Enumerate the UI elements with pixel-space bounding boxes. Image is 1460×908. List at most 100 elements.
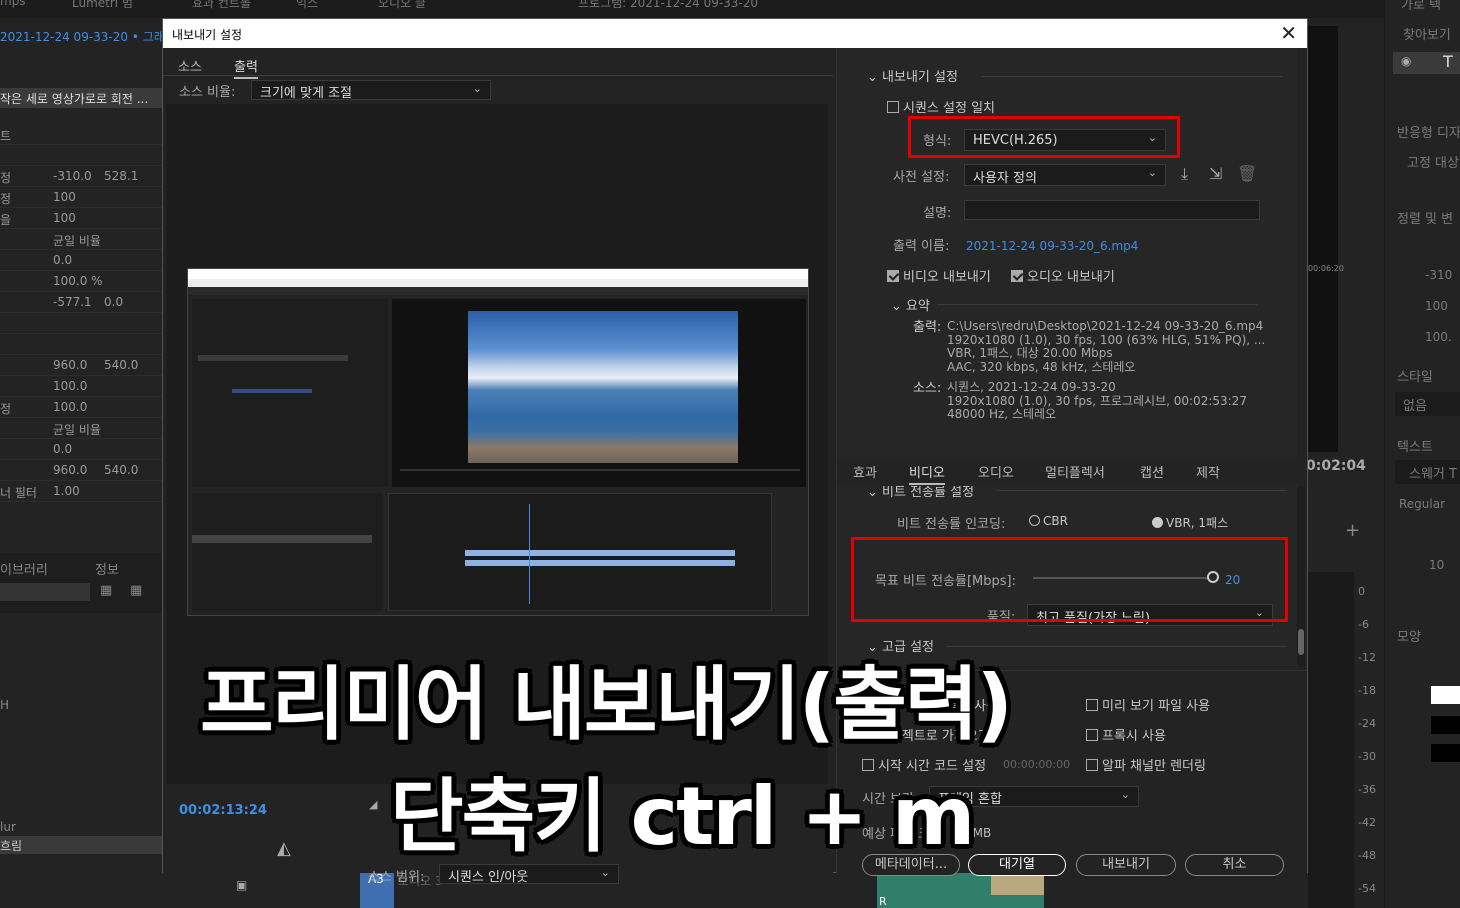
export-audio-checkbox[interactable]: 오디오 내보내기 [1011,266,1115,285]
rotate-clip-label[interactable]: 작은 세로 영상가로로 회전 ... [0,88,162,108]
cbr-radio[interactable]: CBR [1029,514,1068,528]
property-value[interactable]: 균일 비율 [53,421,101,438]
vbr-radio[interactable]: VBR, 1패스 [1152,514,1228,531]
property-value[interactable]: 100.0 [53,400,87,414]
list-item-selected[interactable]: 흐림 [0,836,162,854]
left-top-tab[interactable]: 효과 컨트롤 [192,0,251,11]
library-tab[interactable]: 이브러리 [0,559,48,578]
style-label: 스타일 [1397,370,1433,385]
chevron-down-icon: ⌄ [891,299,902,314]
overlay-shortcut: 단축키 ctrl + m [390,770,975,863]
library-icon[interactable]: ▦ [130,583,142,598]
library-icon[interactable]: ▦ [100,583,112,598]
left-top-tab[interactable]: 오디오 클 [378,0,426,11]
add-icon[interactable]: + [1345,520,1360,541]
checkbox-box [1086,699,1098,711]
scrollbar[interactable] [1297,486,1305,666]
match-sequence-checkbox[interactable]: 시퀀스 설정 일치 [887,97,995,116]
export-settings-header[interactable]: ⌄ 내보내기 설정 [867,66,958,85]
tab-publish[interactable]: 제작 [1196,462,1220,481]
summary-header[interactable]: ⌄ 요약 [891,295,930,314]
import-preset-icon[interactable]: ⇲ [1209,164,1222,183]
info-tab[interactable]: 정보 [95,559,119,578]
render-alpha-only-checkbox[interactable]: 알파 채널만 렌더링 [1086,755,1206,774]
preview-scrubber [400,469,800,471]
effect-property-row: 정 100.0 [0,397,162,418]
shadow-swatch[interactable] [1431,744,1460,762]
tracking-value[interactable]: 10 [1429,558,1444,572]
use-proxies-checkbox[interactable]: 프록시 사용 [1086,725,1166,744]
property-value[interactable]: -310.0 [53,169,92,183]
library-search[interactable] [0,583,90,601]
scale-value[interactable]: 100 [1425,299,1448,313]
property-value[interactable]: 0.0 [53,442,72,456]
use-previews-checkbox[interactable]: 미리 보기 파일 사용 [1086,695,1210,714]
property-value[interactable]: 540.0 [104,358,138,372]
tab-captions[interactable]: 캡션 [1140,462,1164,481]
playhead-marker-icon[interactable]: ◭ [277,838,291,859]
property-value[interactable]: 0.0 [53,253,72,267]
position-value[interactable]: -310 [1425,268,1452,282]
delete-preset-icon[interactable]: 🗑 [1237,164,1257,183]
start-timecode-value[interactable]: 00:00:00:00 [1003,758,1070,771]
property-value[interactable]: 1.00 [53,484,80,498]
bitrate-header[interactable]: ⌄ 비트 전송률 설정 [867,486,974,500]
style-select[interactable]: 없음 [1395,392,1460,416]
property-value[interactable]: 100 [53,211,76,225]
tab-multiplexer[interactable]: 멀티플렉서 [1045,462,1105,481]
bitrate-title: 비트 전송률 설정 [882,486,975,500]
summary-title: 요약 [906,299,930,314]
timeline-audio-clip[interactable]: R [877,873,1044,908]
tab-effects[interactable]: 효과 [853,462,877,481]
fill-swatch[interactable] [1431,686,1460,704]
queue-button[interactable]: 대기열 [968,854,1066,876]
checkbox-box [1086,759,1098,771]
meter-tick-label: -6 [1358,618,1369,631]
source-ratio-select[interactable]: 크기에 맞게 조절 ⌄ [251,80,491,101]
preview-row [198,355,348,361]
effect-property-row: 960.0 540.0 [0,355,162,376]
in-point-icon[interactable]: ◢ [369,798,377,811]
property-value[interactable]: 540.0 [104,463,138,477]
cancel-button[interactable]: 취소 [1185,854,1284,876]
tab-video[interactable]: 비디오 [909,462,945,485]
wrench-icon[interactable]: ▣ [236,878,247,892]
property-value[interactable]: 0.0 [104,295,123,309]
export-video-checkbox[interactable]: 비디오 내보내기 [887,266,991,285]
font-style-value[interactable]: Regular [1399,497,1445,511]
sequence-clip-label: 2021-12-24 09-33-20 • 그래픽 [0,30,176,44]
export-button[interactable]: 내보내기 [1076,854,1176,876]
summary-output-text: C:\Users\redru\Desktop\2021-12-24 09-33-… [947,319,1265,374]
preset-select[interactable]: 사용자 정의 ⌄ [964,164,1166,186]
property-value[interactable]: 균일 비율 [53,232,101,249]
effect-property-row: -577.1 0.0 [0,292,162,313]
property-value[interactable]: 528.1 [104,169,138,183]
opacity-value[interactable]: 100. [1425,330,1452,344]
save-preset-icon[interactable]: ⤓ [1181,164,1188,184]
left-top-tab[interactable]: mps [0,0,26,8]
browse-tab[interactable]: 찾아보기 [1403,24,1451,43]
scrollbar-thumb[interactable] [1298,629,1304,655]
eye-icon[interactable]: ◉ [1401,54,1411,68]
property-value[interactable]: 100.0 % [53,274,103,288]
property-value[interactable]: 960.0 [53,463,87,477]
layer-row[interactable]: ◉ T [1393,52,1460,74]
close-icon[interactable]: ✕ [1280,21,1297,45]
output-name-link[interactable]: 2021-12-24 09-33-20_6.mp4 [966,239,1138,253]
tab-source[interactable]: 소스 [178,56,202,75]
preview-timecode[interactable]: 00:02:13:24 [179,803,267,818]
comment-input[interactable] [964,200,1260,220]
property-value[interactable]: -577.1 [53,295,92,309]
meter-tick-label: -36 [1358,783,1376,796]
stroke-swatch[interactable] [1431,716,1460,734]
checkbox-label: 비디오 내보내기 [903,270,991,285]
font-select[interactable]: 스웨거 T [1395,460,1460,484]
preview-effect-controls [192,299,388,487]
property-value[interactable]: 960.0 [53,358,87,372]
left-top-tab[interactable]: Lumetri 범 [72,0,133,11]
property-value[interactable]: 100.0 [53,379,87,393]
property-label: 을 [0,213,12,227]
property-value[interactable]: 100 [53,190,76,204]
tab-audio[interactable]: 오디오 [978,462,1014,481]
left-top-tab[interactable]: 익스 [296,0,318,11]
